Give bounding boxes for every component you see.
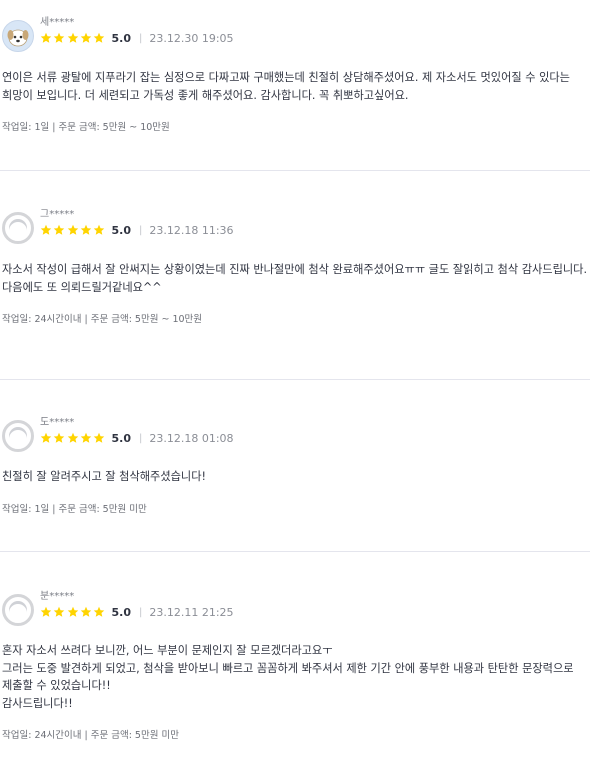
separator: | [138, 606, 143, 618]
default-user-icon [9, 427, 27, 445]
star-icon [80, 224, 92, 236]
review-meta: 작업일: 24시간이내 | 주문 금액: 5만원 ~ 10만원 [2, 314, 203, 325]
review-meta: 작업일: 24시간이내 | 주문 금액: 5만원 미만 [2, 730, 179, 741]
star-rating [40, 224, 106, 236]
review-date: 23.12.18 11:36 [149, 223, 234, 237]
star-rating [40, 432, 106, 444]
reviewer-nickname: 세***** [40, 17, 75, 28]
star-icon [40, 32, 52, 44]
star-icon [93, 32, 105, 44]
star-icon [40, 224, 52, 236]
rating-row: 5.0 | 23.12.18 11:36 [40, 222, 234, 238]
star-icon [80, 432, 92, 444]
star-icon [67, 224, 79, 236]
star-icon [53, 432, 65, 444]
avatar [2, 420, 34, 452]
star-icon [53, 606, 65, 618]
review-item: 그***** 5.0 | 23.12.18 11:36 자소서 작성이 급해서 … [0, 205, 590, 325]
avatar [2, 212, 34, 244]
review-header: 그***** 5.0 | 23.12.18 11:36 [0, 205, 590, 253]
star-icon [67, 606, 79, 618]
rating-score: 5.0 [111, 431, 131, 445]
rating-score: 5.0 [111, 31, 131, 45]
rating-row: 5.0 | 23.12.30 19:05 [40, 30, 234, 46]
rating-score: 5.0 [111, 223, 131, 237]
star-icon [80, 32, 92, 44]
review-meta: 작업일: 1일 | 주문 금액: 5만원 ~ 10만원 [2, 122, 170, 133]
star-icon [93, 432, 105, 444]
avatar [2, 20, 34, 52]
review-content: 자소서 작성이 급해서 잘 안써지는 상황이였는데 진짜 반나절만에 첨삭 완료… [2, 263, 587, 294]
star-icon [67, 432, 79, 444]
rating-row: 5.0 | 23.12.11 21:25 [40, 604, 234, 620]
default-user-icon [9, 601, 27, 619]
rating-score: 5.0 [111, 605, 131, 619]
review-content: 혼자 자소서 쓰려다 보니깐, 어느 부분이 문제인지 잘 모르겠더라고요ㅜ 그… [2, 644, 574, 710]
reviewer-nickname: 도***** [40, 417, 75, 428]
divider [0, 551, 590, 552]
divider [0, 379, 590, 380]
reviewer-nickname: 그***** [40, 209, 75, 220]
review-date: 23.12.11 21:25 [149, 605, 234, 619]
star-icon [93, 606, 105, 618]
star-icon [80, 606, 92, 618]
dog-avatar-icon [7, 29, 29, 47]
review-item: 도***** 5.0 | 23.12.18 01:08 친절히 잘 알려주시고 … [0, 413, 590, 515]
star-icon [93, 224, 105, 236]
review-header: 세***** 5.0 | 23.12.30 19:05 [0, 13, 590, 61]
star-icon [53, 32, 65, 44]
rating-row: 5.0 | 23.12.18 01:08 [40, 430, 234, 446]
review-date: 23.12.18 01:08 [149, 431, 234, 445]
star-icon [40, 606, 52, 618]
review-item: 세***** 5.0 | 23.12.30 19:05 연이은 서류 광탈에 지… [0, 13, 590, 133]
avatar [2, 594, 34, 626]
review-header: 분***** 5.0 | 23.12.11 21:25 [0, 587, 590, 635]
star-rating [40, 32, 106, 44]
separator: | [138, 432, 143, 444]
review-item: 분***** 5.0 | 23.12.11 21:25 혼자 자소서 쓰려다 보… [0, 587, 590, 741]
star-icon [40, 432, 52, 444]
review-date: 23.12.30 19:05 [149, 31, 234, 45]
separator: | [138, 32, 143, 44]
review-meta: 작업일: 1일 | 주문 금액: 5만원 미만 [2, 503, 147, 515]
review-content: 연이은 서류 광탈에 지푸라기 잡는 심정으로 다짜고짜 구매했는데 친절히 상… [2, 71, 570, 102]
review-content: 친절히 잘 알려주시고 잘 첨삭해주셨습니다! [2, 470, 206, 483]
star-icon [53, 224, 65, 236]
reviewer-nickname: 분***** [40, 591, 75, 602]
separator: | [138, 224, 143, 236]
default-user-icon [9, 219, 27, 237]
star-rating [40, 606, 106, 618]
star-icon [67, 32, 79, 44]
review-header: 도***** 5.0 | 23.12.18 01:08 [0, 413, 590, 461]
divider [0, 170, 590, 171]
